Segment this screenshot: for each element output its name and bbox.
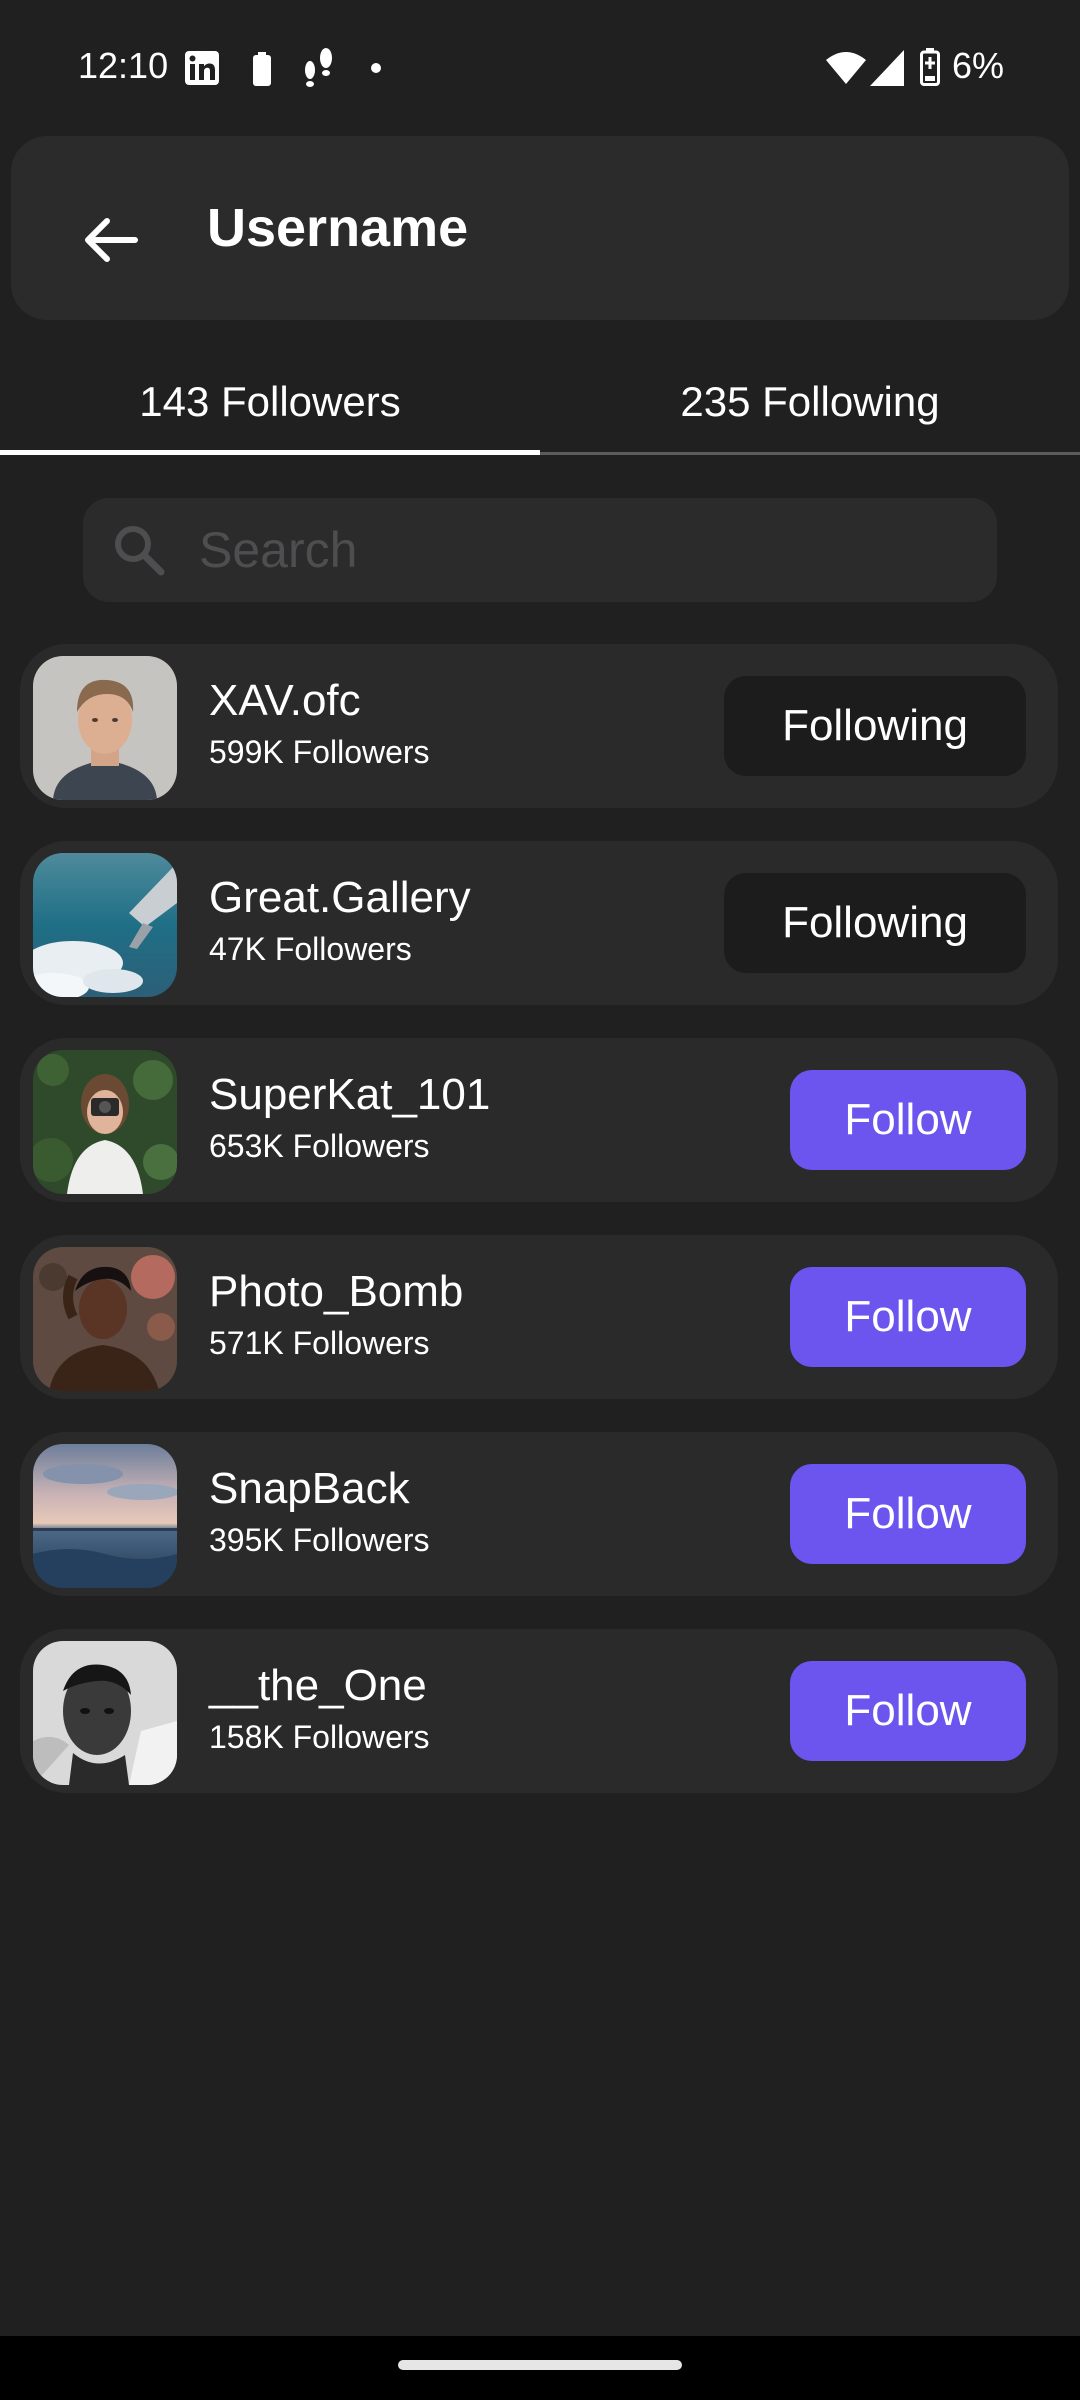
tab-bar: 143 Followers 235 Following	[0, 340, 1080, 456]
tab-followers[interactable]: 143 Followers	[0, 340, 540, 452]
avatar	[33, 656, 177, 800]
steps-icon	[305, 48, 332, 87]
system-nav-bar	[0, 2336, 1080, 2400]
user-name: SuperKat_101	[209, 1070, 491, 1119]
avatar	[33, 853, 177, 997]
list-item[interactable]: XAV.ofc 599K Followers Following	[20, 644, 1058, 808]
linkedin-icon	[185, 51, 219, 85]
user-name: Great.Gallery	[209, 873, 471, 922]
arrow-left-icon	[85, 218, 138, 262]
wifi-icon	[826, 52, 866, 84]
tab-following[interactable]: 235 Following	[540, 340, 1080, 452]
avatar	[33, 1641, 177, 1785]
user-list: XAV.ofc 599K Followers Following Great.G…	[20, 644, 1058, 1826]
battery-small-icon	[253, 52, 271, 86]
user-name: Photo_Bomb	[209, 1267, 464, 1316]
home-gesture-handle[interactable]	[398, 2360, 682, 2370]
page-title: Username	[207, 198, 469, 258]
user-name: __the_One	[209, 1661, 427, 1710]
list-item[interactable]: SnapBack 395K Followers Follow	[20, 1432, 1058, 1596]
app-bar: Username	[11, 136, 1069, 320]
follower-count: 395K Followers	[209, 1522, 430, 1558]
list-item[interactable]: Great.Gallery 47K Followers Following	[20, 841, 1058, 1005]
avatar	[33, 1050, 177, 1194]
follower-count: 653K Followers	[209, 1128, 430, 1164]
follower-count: 599K Followers	[209, 734, 430, 770]
following-button[interactable]: Following	[724, 676, 1026, 776]
dot-icon	[371, 63, 381, 73]
user-name: SnapBack	[209, 1464, 410, 1513]
battery-icon	[920, 48, 940, 86]
user-name: XAV.ofc	[209, 676, 361, 725]
status-bar: 12:10 6%	[0, 0, 1080, 134]
follower-count: 158K Followers	[209, 1719, 430, 1755]
follow-button[interactable]: Follow	[790, 1267, 1026, 1367]
tab-indicator	[0, 450, 540, 455]
list-item[interactable]: __the_One 158K Followers Follow	[20, 1629, 1058, 1793]
list-item[interactable]: SuperKat_101 653K Followers Follow	[20, 1038, 1058, 1202]
list-item[interactable]: Photo_Bomb 571K Followers Follow	[20, 1235, 1058, 1399]
signal-icon	[870, 50, 904, 86]
follower-count: 47K Followers	[209, 931, 412, 967]
search-input[interactable]	[199, 510, 959, 590]
follow-button[interactable]: Follow	[790, 1070, 1026, 1170]
search-icon	[115, 526, 165, 576]
avatar	[33, 1247, 177, 1391]
avatar	[33, 1444, 177, 1588]
search-bar[interactable]	[83, 498, 997, 602]
following-button[interactable]: Following	[724, 873, 1026, 973]
follow-button[interactable]: Follow	[790, 1661, 1026, 1761]
follower-count: 571K Followers	[209, 1325, 430, 1361]
follow-button[interactable]: Follow	[790, 1464, 1026, 1564]
status-time: 12:10	[78, 45, 169, 86]
battery-percent: 6%	[952, 45, 1005, 86]
back-button[interactable]	[63, 192, 159, 288]
